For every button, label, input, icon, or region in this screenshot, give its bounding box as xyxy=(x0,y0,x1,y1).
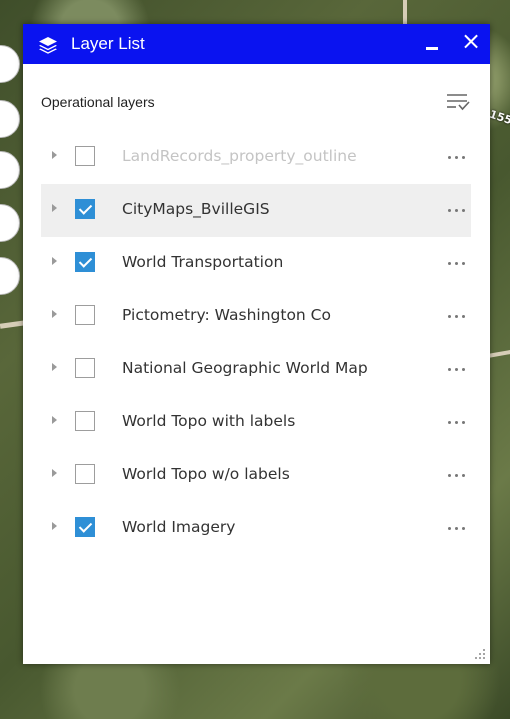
layer-visibility-checkbox[interactable] xyxy=(75,517,95,537)
chevron-right-icon[interactable] xyxy=(52,363,57,371)
more-dot xyxy=(462,209,465,212)
layer-label: World Topo w/o labels xyxy=(122,465,290,483)
layer-label: Pictometry: Washington Co xyxy=(122,306,331,324)
more-dot xyxy=(448,368,451,371)
section-title: Operational layers xyxy=(41,94,155,110)
chevron-right-icon[interactable] xyxy=(52,522,57,530)
map-tool-button[interactable] xyxy=(0,100,20,138)
chevron-right-icon[interactable] xyxy=(52,310,57,318)
layer-row[interactable]: World Topo w/o labels xyxy=(41,449,471,502)
layer-label: CityMaps_BvilleGIS xyxy=(122,200,270,218)
resize-grip-icon[interactable] xyxy=(474,648,486,660)
more-dot xyxy=(455,262,458,265)
more-dot xyxy=(455,368,458,371)
more-options-icon[interactable] xyxy=(445,414,467,430)
layer-visibility-checkbox[interactable] xyxy=(75,252,95,272)
more-dot xyxy=(455,315,458,318)
layer-row[interactable]: World Transportation xyxy=(41,237,471,290)
layer-row[interactable]: World Topo with labels xyxy=(41,396,471,449)
map-tool-button[interactable] xyxy=(0,257,20,295)
more-options-icon[interactable] xyxy=(445,361,467,377)
layers-icon xyxy=(39,37,57,54)
layer-list-panel: Layer List × Operational layers LandReco… xyxy=(23,24,490,664)
layer-row[interactable]: CityMaps_BvilleGIS xyxy=(41,184,471,237)
map-road-label: 1551 xyxy=(487,107,510,130)
layer-visibility-checkbox[interactable] xyxy=(75,358,95,378)
more-dot xyxy=(462,368,465,371)
layer-label: World Transportation xyxy=(122,253,284,271)
map-road xyxy=(403,0,407,26)
layer-visibility-checkbox[interactable] xyxy=(75,464,95,484)
more-dot xyxy=(448,156,451,159)
layer-label: LandRecords_property_outline xyxy=(122,147,357,165)
more-dot xyxy=(462,474,465,477)
layer-row[interactable]: National Geographic World Map xyxy=(41,343,471,396)
more-dot xyxy=(448,315,451,318)
more-options-icon[interactable] xyxy=(445,308,467,324)
map-tool-button[interactable] xyxy=(0,45,20,83)
chevron-right-icon[interactable] xyxy=(52,257,57,265)
minimize-icon[interactable] xyxy=(426,47,438,50)
more-dot xyxy=(448,527,451,530)
more-dot xyxy=(455,156,458,159)
more-dot xyxy=(455,209,458,212)
more-options-icon[interactable] xyxy=(445,149,467,165)
more-dot xyxy=(448,421,451,424)
chevron-right-icon[interactable] xyxy=(52,469,57,477)
more-options-icon[interactable] xyxy=(445,202,467,218)
layer-list: LandRecords_property_outline CityMaps_Bvi… xyxy=(41,131,471,555)
more-dot xyxy=(462,262,465,265)
layer-label: World Imagery xyxy=(122,518,236,536)
panel-title: Layer List xyxy=(71,34,145,53)
more-dot xyxy=(462,527,465,530)
more-options-icon[interactable] xyxy=(445,467,467,483)
more-dot xyxy=(448,474,451,477)
layer-visibility-checkbox[interactable] xyxy=(75,411,95,431)
more-dot xyxy=(455,474,458,477)
layer-visibility-checkbox[interactable] xyxy=(75,199,95,219)
map-tool-button[interactable] xyxy=(0,151,20,189)
chevron-right-icon[interactable] xyxy=(52,416,57,424)
layer-row[interactable]: Pictometry: Washington Co xyxy=(41,290,471,343)
more-dot xyxy=(462,156,465,159)
more-dot xyxy=(455,527,458,530)
more-dot xyxy=(448,262,451,265)
filter-list-icon[interactable] xyxy=(445,90,471,114)
layer-label: World Topo with labels xyxy=(122,412,296,430)
more-dot xyxy=(448,209,451,212)
layer-label: National Geographic World Map xyxy=(122,359,368,377)
close-icon[interactable]: × xyxy=(460,28,482,54)
more-dot xyxy=(462,421,465,424)
panel-titlebar[interactable]: Layer List × xyxy=(23,24,490,64)
more-options-icon[interactable] xyxy=(445,520,467,536)
more-options-icon[interactable] xyxy=(445,255,467,271)
chevron-right-icon[interactable] xyxy=(52,204,57,212)
layer-row[interactable]: LandRecords_property_outline xyxy=(41,131,471,184)
layer-visibility-checkbox[interactable] xyxy=(75,305,95,325)
layer-row[interactable]: World Imagery xyxy=(41,502,471,555)
more-dot xyxy=(462,315,465,318)
map-tool-button[interactable] xyxy=(0,204,20,242)
more-dot xyxy=(455,421,458,424)
chevron-right-icon[interactable] xyxy=(52,151,57,159)
layer-visibility-checkbox[interactable] xyxy=(75,146,95,166)
